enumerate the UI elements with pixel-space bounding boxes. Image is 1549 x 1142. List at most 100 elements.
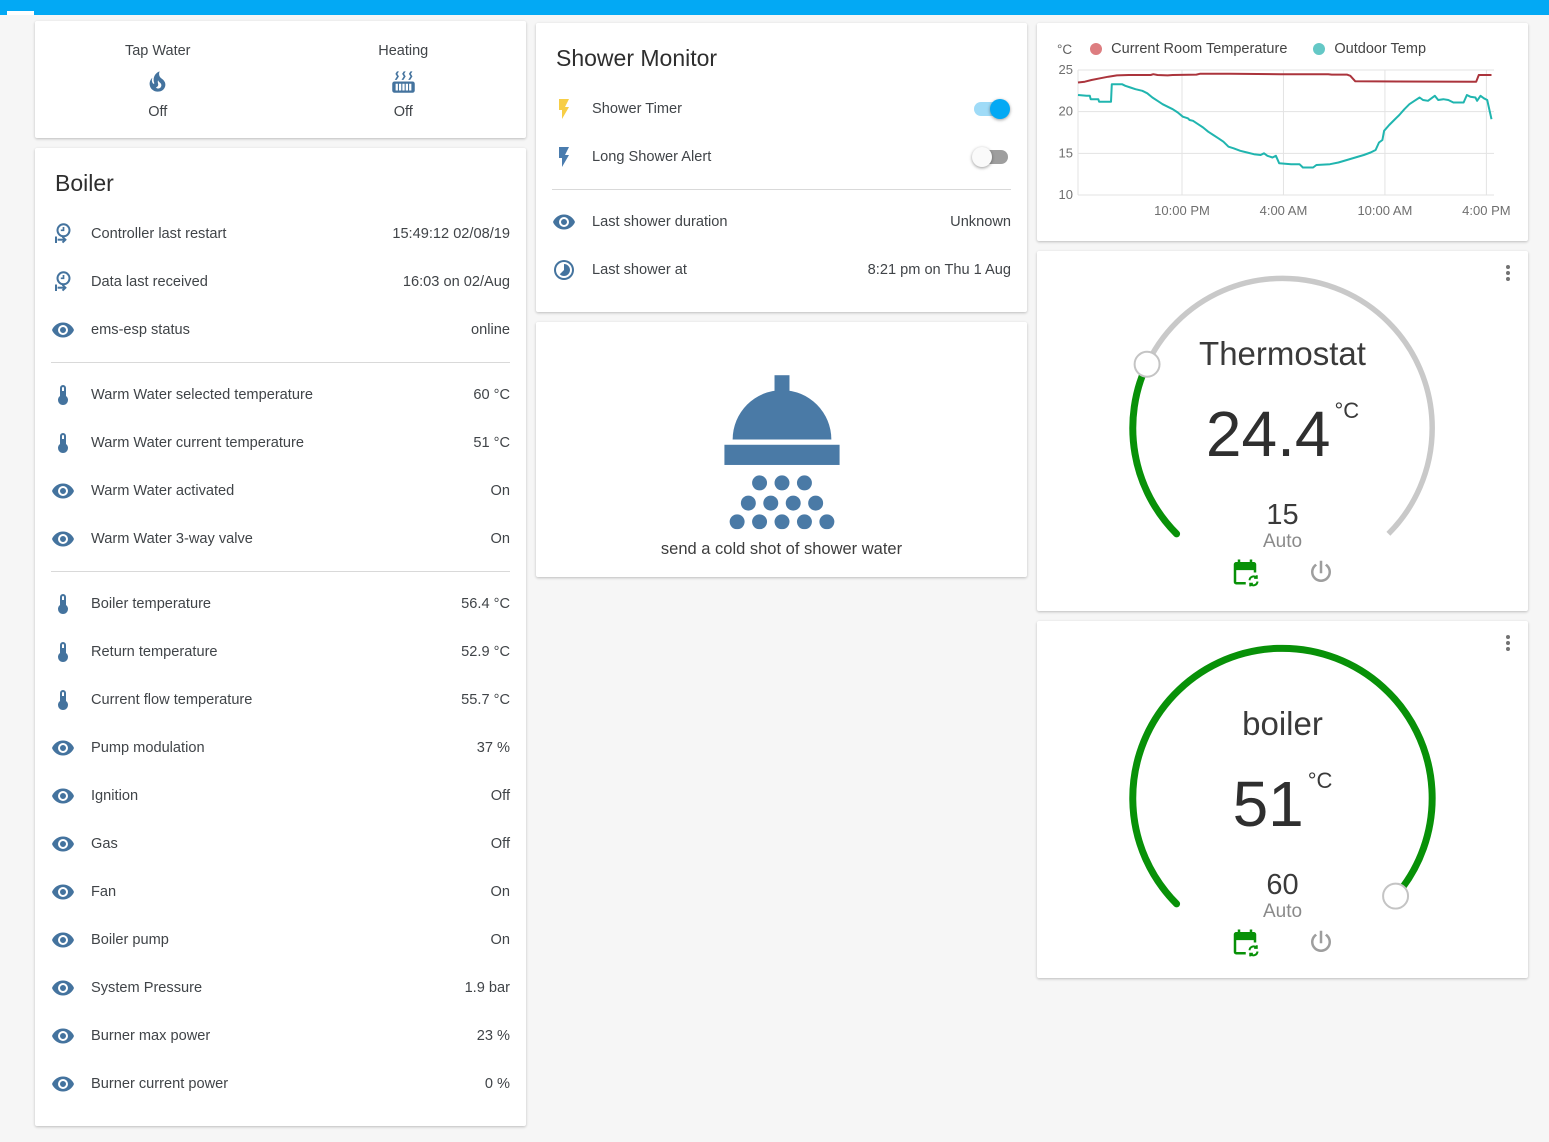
timelapse-icon <box>552 258 576 282</box>
eye-icon <box>51 928 75 952</box>
entity-label: Data last received <box>91 274 395 290</box>
thermostat-card: Thermostat 24.4°C 15 Auto <box>1037 251 1528 611</box>
glance-item-tap-water[interactable]: Tap Water Off <box>35 43 281 120</box>
eye-icon <box>51 832 75 856</box>
dashboard: Tap Water Off Heating Off Boiler Control… <box>0 15 1549 1142</box>
entity-row[interactable]: Last shower at 8:21 pm on Thu 1 Aug <box>552 246 1011 294</box>
entity-value: online <box>471 322 510 338</box>
shower-timer-toggle[interactable] <box>971 99 1011 119</box>
boiler-gauge-card: boiler 51°C 60 Auto <box>1037 621 1528 978</box>
glance-state: Off <box>394 104 413 120</box>
thermometer-icon <box>51 383 75 407</box>
entity-row[interactable]: Boiler temperature 56.4 °C <box>51 580 510 628</box>
middle-column: Shower Monitor Shower Timer Long Shower … <box>536 23 1027 577</box>
entity-row[interactable]: Burner current power 0 % <box>51 1060 510 1108</box>
long-shower-alert-toggle[interactable] <box>971 147 1011 167</box>
entity-value: On <box>491 884 510 900</box>
shower-monitor-list: Shower Timer Long Shower Alert Last show… <box>536 79 1027 312</box>
glance-item-heating[interactable]: Heating Off <box>281 43 527 120</box>
thermostat-gauge: Thermostat 24.4°C 15 Auto <box>1037 251 1528 611</box>
entity-row[interactable]: Last shower duration Unknown <box>552 198 1011 246</box>
right-column: °C Current Room Temperature Outdoor Temp… <box>1037 23 1528 978</box>
temp-value: 51 <box>1233 768 1304 840</box>
history-graph: 10:00 PM4:00 AM10:00 AM4:00 PM10152025 <box>1053 65 1513 225</box>
entity-row[interactable]: Warm Water 3-way valve On <box>51 515 510 563</box>
shower-head-icon <box>696 370 868 530</box>
boiler-gauge-title: boiler <box>1037 705 1528 743</box>
legend-label: Current Room Temperature <box>1111 41 1287 57</box>
entity-value: 52.9 °C <box>461 644 510 660</box>
entity-value: 0 % <box>485 1076 510 1092</box>
entity-row[interactable]: Warm Water selected temperature 60 °C <box>51 371 510 419</box>
entity-value: On <box>491 932 510 948</box>
power-icon[interactable] <box>1306 927 1336 957</box>
power-icon[interactable] <box>1306 557 1336 587</box>
clock-start-icon <box>51 270 75 294</box>
entity-row[interactable]: ems-esp status online <box>51 306 510 354</box>
clock-start-icon <box>51 222 75 246</box>
eye-icon <box>51 880 75 904</box>
entity-label: Gas <box>91 836 483 852</box>
entity-label: Fan <box>91 884 483 900</box>
entity-label: Warm Water 3-way valve <box>91 531 483 547</box>
entity-value: On <box>491 483 510 499</box>
eye-icon <box>51 976 75 1000</box>
eye-icon <box>51 736 75 760</box>
entity-value: 51 °C <box>473 435 510 451</box>
entity-row[interactable]: Gas Off <box>51 820 510 868</box>
entity-value: On <box>491 531 510 547</box>
eye-icon <box>51 318 75 342</box>
shower-action-card[interactable]: send a cold shot of shower water <box>536 322 1027 577</box>
entity-value: Unknown <box>950 214 1011 230</box>
svg-text:20: 20 <box>1059 104 1073 119</box>
entity-row[interactable]: Warm Water current temperature 51 °C <box>51 419 510 467</box>
eye-icon <box>51 1024 75 1048</box>
calendar-sync-icon[interactable] <box>1230 557 1260 587</box>
shower-action-caption: send a cold shot of shower water <box>661 540 902 559</box>
entity-row[interactable]: Controller last restart 15:49:12 02/08/1… <box>51 210 510 258</box>
eye-icon <box>552 210 576 234</box>
entity-value: 23 % <box>477 1028 510 1044</box>
thermometer-icon <box>51 640 75 664</box>
calendar-sync-icon[interactable] <box>1230 927 1260 957</box>
flash-icon <box>552 97 576 121</box>
entity-label: Ignition <box>91 788 483 804</box>
fire-icon <box>144 68 171 95</box>
entity-row[interactable]: Warm Water activated On <box>51 467 510 515</box>
history-graph-card: °C Current Room Temperature Outdoor Temp… <box>1037 23 1528 241</box>
thermostat-current-temp: 24.4°C <box>1037 397 1528 471</box>
entity-row[interactable]: Fan On <box>51 868 510 916</box>
entity-row[interactable]: Boiler pump On <box>51 916 510 964</box>
entity-row[interactable]: Data last received 16:03 on 02/Aug <box>51 258 510 306</box>
legend-dot-icon <box>1313 43 1325 55</box>
thermometer-icon <box>51 592 75 616</box>
boiler-mode: Auto <box>1037 901 1528 923</box>
entity-row[interactable]: Return temperature 52.9 °C <box>51 628 510 676</box>
svg-text:25: 25 <box>1059 65 1073 77</box>
entity-value: Off <box>491 788 510 804</box>
entity-row[interactable]: Burner max power 23 % <box>51 1012 510 1060</box>
entity-value: 37 % <box>477 740 510 756</box>
active-tab-indicator[interactable] <box>7 11 34 15</box>
entity-row[interactable]: Ignition Off <box>51 772 510 820</box>
legend-dot-icon <box>1090 43 1102 55</box>
entity-label: Last shower at <box>592 262 860 278</box>
entity-label: Current flow temperature <box>91 692 453 708</box>
entity-label: System Pressure <box>91 980 457 996</box>
boiler-entities-list: Controller last restart 15:49:12 02/08/1… <box>35 204 526 1126</box>
eye-icon <box>51 479 75 503</box>
entity-row[interactable]: Current flow temperature 55.7 °C <box>51 676 510 724</box>
boiler-entities-card: Boiler Controller last restart 15:49:12 … <box>35 148 526 1126</box>
svg-text:4:00 PM: 4:00 PM <box>1462 203 1510 218</box>
entity-row[interactable]: Pump modulation 37 % <box>51 724 510 772</box>
entity-value: 16:03 on 02/Aug <box>403 274 510 290</box>
svg-text:10:00 AM: 10:00 AM <box>1357 203 1412 218</box>
divider <box>51 362 510 363</box>
divider <box>51 571 510 572</box>
entity-label: Last shower duration <box>592 214 942 230</box>
entity-label: Warm Water current temperature <box>91 435 465 451</box>
boiler-current-temp: 51°C <box>1037 767 1528 841</box>
svg-text:15: 15 <box>1059 145 1073 160</box>
entity-label: Burner current power <box>91 1076 477 1092</box>
entity-row[interactable]: System Pressure 1.9 bar <box>51 964 510 1012</box>
